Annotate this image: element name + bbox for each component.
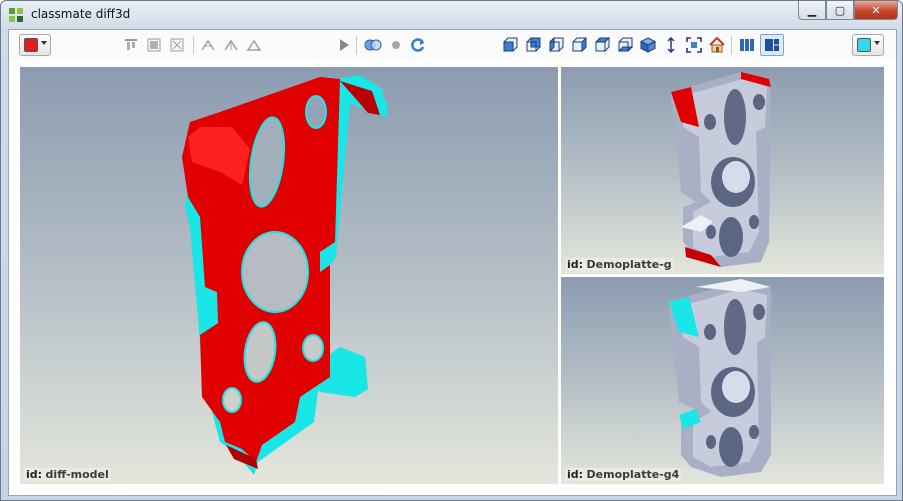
refresh-button[interactable]: [409, 35, 427, 55]
view-right-icon: [572, 37, 587, 53]
axis-button[interactable]: [662, 35, 680, 55]
minimize-button[interactable]: ▁: [798, 1, 826, 20]
align-top-button[interactable]: [123, 35, 139, 55]
align-bottom-button[interactable]: [169, 35, 185, 55]
overlap-button[interactable]: [363, 35, 383, 55]
viewport-id-label: id: Demoplatte-g: [565, 258, 674, 271]
id-key: id:: [567, 258, 584, 271]
demoplatte-g-render: [671, 72, 771, 267]
client-area: id: diff-model id: Demoplatte-g id: Demo…: [8, 29, 897, 496]
layout-split-button[interactable]: [760, 34, 784, 56]
overlap-icon: [364, 39, 382, 51]
id-key: id:: [26, 468, 43, 481]
viewport-id-label: id: Demoplatte-g4: [565, 468, 682, 481]
play-button[interactable]: [337, 35, 351, 55]
axis-icon: [667, 37, 675, 53]
align-top-icon: [125, 39, 137, 50]
view-back-icon: [526, 37, 541, 52]
id-value: diff-model: [45, 468, 109, 481]
viewport-demoplatte-g[interactable]: id: Demoplatte-g: [561, 67, 884, 274]
view-front-icon: [503, 37, 518, 52]
close-icon: ✕: [871, 3, 881, 17]
title-bar[interactable]: classmate diff3d ▁ ▢ ✕: [1, 1, 902, 29]
layout-columns-icon: [740, 39, 754, 51]
toolbar-separator: [356, 36, 357, 54]
align-bottom-icon: [170, 38, 184, 52]
align-middle-button[interactable]: [146, 35, 162, 55]
rotate-x-button[interactable]: [199, 35, 217, 55]
rotate-z-icon: [246, 39, 262, 51]
id-key: id:: [567, 468, 584, 481]
chevron-down-icon: [874, 41, 880, 45]
app-icon: [9, 8, 23, 22]
home-icon: [709, 37, 725, 53]
play-icon: [340, 39, 349, 51]
fit-icon: [686, 37, 702, 53]
viewport-diff-model[interactable]: id: diff-model: [20, 67, 558, 484]
view-left-button[interactable]: [547, 35, 565, 55]
rotate-z-button[interactable]: [245, 35, 263, 55]
right-color-swatch: [857, 38, 871, 52]
id-value: Demoplatte-g4: [586, 468, 680, 481]
view-top-icon: [594, 37, 610, 53]
demoplatte-g4-render: [669, 279, 771, 477]
view-bottom-icon: [617, 37, 633, 52]
viewport-id-label: id: diff-model: [24, 468, 111, 481]
chevron-down-icon: [41, 41, 47, 45]
window-title: classmate diff3d: [31, 7, 131, 21]
view-iso-icon: [640, 37, 656, 53]
view-right-button[interactable]: [570, 35, 588, 55]
home-button[interactable]: [708, 35, 726, 55]
view-left-icon: [549, 37, 564, 53]
refresh-icon: [411, 38, 425, 52]
dot-icon: [392, 41, 400, 49]
right-color-picker[interactable]: [852, 34, 884, 56]
maximize-icon: ▢: [834, 3, 846, 17]
minimize-icon: ▁: [807, 3, 817, 17]
view-back-button[interactable]: [524, 35, 542, 55]
close-button[interactable]: ✕: [854, 1, 898, 20]
left-color-swatch: [24, 38, 38, 52]
layout-split-icon: [765, 39, 779, 51]
rotate-y-button[interactable]: [222, 35, 240, 55]
view-top-button[interactable]: [593, 35, 611, 55]
app-window: classmate diff3d ▁ ▢ ✕ id: diff-model id…: [0, 0, 903, 501]
view-bottom-button[interactable]: [616, 35, 634, 55]
rotate-y-icon: [224, 39, 238, 51]
rotate-x-icon: [201, 39, 215, 51]
fit-button[interactable]: [685, 35, 703, 55]
left-color-picker[interactable]: [19, 34, 51, 56]
id-value: Demoplatte-g: [586, 258, 672, 271]
toolbar-separator: [193, 36, 194, 54]
view-front-button[interactable]: [501, 35, 519, 55]
toolbar: [9, 30, 896, 62]
toolbar-separator: [731, 36, 732, 54]
viewport-demoplatte-g4[interactable]: id: Demoplatte-g4: [561, 277, 884, 484]
view-iso-button[interactable]: [639, 35, 657, 55]
layout-columns-button[interactable]: [737, 35, 757, 55]
dot-button[interactable]: [389, 35, 403, 55]
maximize-button[interactable]: ▢: [826, 1, 854, 20]
diff-model-render: [182, 75, 388, 475]
align-middle-icon: [147, 38, 161, 52]
